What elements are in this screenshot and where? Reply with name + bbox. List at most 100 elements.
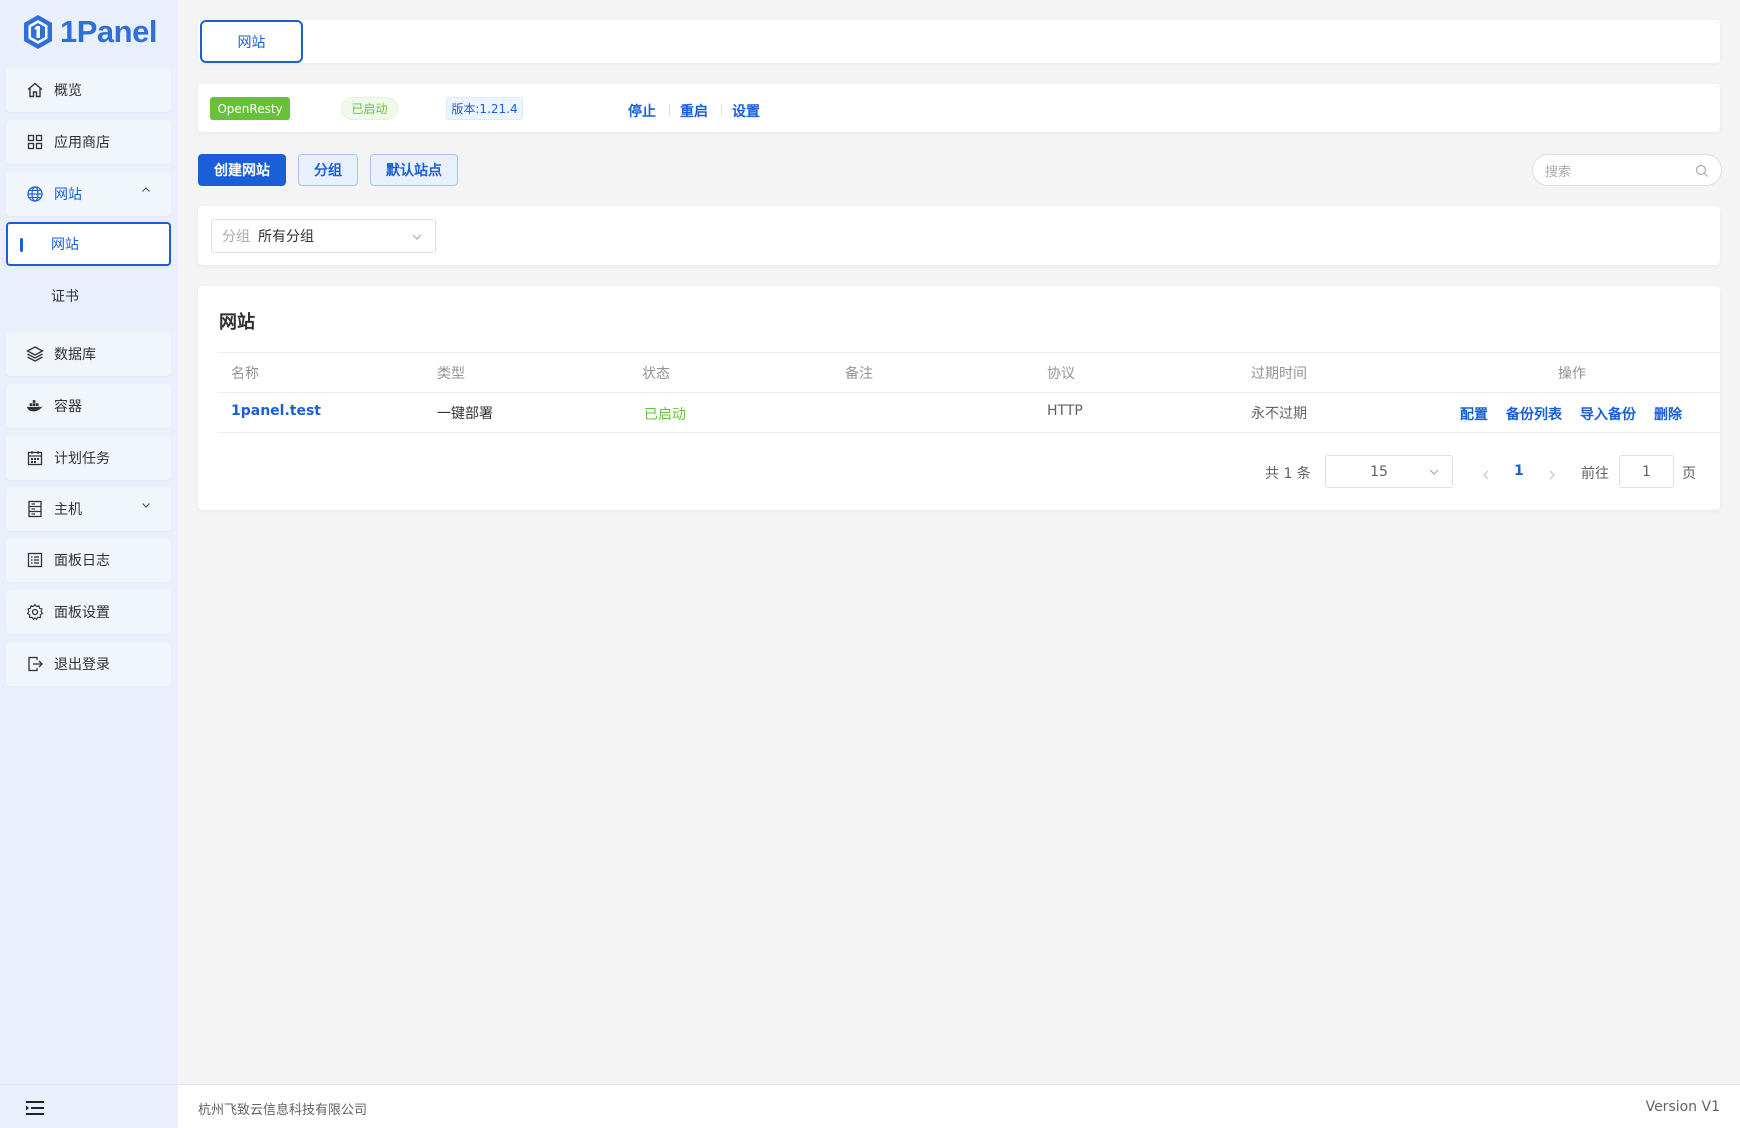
pagination-total: 共 1 条 (1265, 466, 1311, 482)
group-button[interactable]: 分组 (298, 154, 358, 186)
table-title: 网站 (219, 312, 255, 333)
company-name: 杭州飞致云信息科技有限公司 (198, 1103, 368, 1118)
sidebar-item-label: 主机 (54, 502, 82, 518)
sidebar-subitem-website[interactable]: 网站 (6, 222, 171, 266)
docker-icon (26, 397, 44, 415)
default-site-button[interactable]: 默认站点 (370, 154, 458, 186)
logo[interactable]: 1Panel (22, 12, 157, 52)
goto-page-input[interactable]: 1 (1619, 455, 1674, 488)
sidebar-subitem-certificate[interactable]: 证书 (6, 274, 171, 318)
tab-bar (198, 20, 1720, 63)
logo-icon (24, 15, 52, 49)
search-icon (1695, 164, 1709, 182)
logout-icon (26, 655, 44, 673)
search-placeholder: 搜索 (1545, 164, 1572, 180)
page-suffix: 页 (1682, 466, 1696, 482)
gear-icon (26, 603, 44, 621)
import-backup-button[interactable]: 导入备份 (1580, 404, 1636, 424)
table-header-bottom-border (218, 392, 1722, 393)
calendar-icon (26, 449, 44, 467)
layers-icon (26, 345, 44, 363)
sidebar-item-cron[interactable]: 计划任务 (6, 436, 171, 480)
sidebar-item-label: 面板日志 (54, 553, 110, 569)
chevron-down-icon (411, 231, 423, 247)
website-expire: 永不过期 (1251, 406, 1307, 422)
sidebar-item-label: 容器 (54, 399, 82, 415)
settings-button[interactable]: 设置 (732, 101, 760, 121)
group-filter-select[interactable]: 分组 所有分组 (211, 219, 436, 253)
sidebar-item-label: 概览 (54, 83, 82, 99)
status-badge: 已启动 (341, 97, 398, 120)
sidebar-item-database[interactable]: 数据库 (6, 332, 171, 376)
app-name-badge: OpenResty (210, 97, 290, 120)
goto-page-value: 1 (1642, 463, 1651, 480)
sidebar-item-logout[interactable]: 退出登录 (6, 642, 171, 686)
version-badge: 版本:1.21.4 (446, 97, 523, 120)
prev-page-icon[interactable] (1481, 466, 1491, 485)
filter-value: 所有分组 (258, 229, 314, 245)
column-header-type: 类型 (437, 366, 465, 382)
tab-website[interactable]: 网站 (200, 20, 303, 63)
sidebar-item-app-store[interactable]: 应用商店 (6, 120, 171, 164)
goto-label: 前往 (1581, 466, 1609, 482)
column-header-status: 状态 (642, 366, 670, 382)
chevron-down-icon (141, 500, 151, 513)
delete-button[interactable]: 删除 (1654, 404, 1682, 424)
sidebar-item-label: 面板设置 (54, 605, 110, 621)
home-icon (26, 81, 44, 99)
sidebar-item-label: 应用商店 (54, 135, 110, 151)
search-input[interactable]: 搜索 (1532, 154, 1722, 186)
column-header-name: 名称 (231, 366, 259, 382)
divider (721, 104, 722, 116)
website-type: 一键部署 (437, 406, 493, 422)
divider (669, 104, 670, 116)
page-size-select[interactable]: 15 (1325, 455, 1453, 488)
sidebar-item-label: 计划任务 (54, 451, 110, 467)
sidebar-item-label: 证书 (51, 289, 79, 305)
stop-button[interactable]: 停止 (628, 101, 656, 121)
website-table-card: 网站 (198, 286, 1720, 510)
sidebar-item-label: 数据库 (54, 347, 96, 363)
footer: 杭州飞致云信息科技有限公司 Version V1 (178, 1084, 1740, 1128)
create-website-button[interactable]: 创建网站 (198, 154, 286, 186)
current-page[interactable]: 1 (1514, 463, 1524, 479)
table-row-border (218, 432, 1722, 433)
column-header-expire: 过期时间 (1251, 366, 1307, 382)
page-size-value: 15 (1370, 463, 1388, 480)
chevron-up-icon (141, 185, 151, 198)
sidebar-item-overview[interactable]: 概览 (6, 68, 171, 112)
server-icon (26, 500, 44, 518)
sidebar-item-container[interactable]: 容器 (6, 384, 171, 428)
column-header-remark: 备注 (845, 366, 873, 382)
filter-bar: 分组 所有分组 (198, 206, 1720, 265)
sidebar-footer (0, 1084, 178, 1128)
filter-prefix: 分组 (222, 229, 250, 245)
sidebar-item-host[interactable]: 主机 (6, 487, 171, 531)
logo-text: 1Panel (60, 14, 157, 49)
sidebar-item-website-group[interactable]: 网站 (6, 172, 171, 216)
website-status[interactable]: 已启动 (644, 404, 686, 424)
config-button[interactable]: 配置 (1460, 404, 1488, 424)
log-icon (26, 551, 44, 569)
sidebar-item-label: 网站 (51, 237, 79, 253)
sidebar-item-panel-log[interactable]: 面板日志 (6, 538, 171, 582)
website-name-link[interactable]: 1panel.test (231, 403, 321, 419)
collapse-menu-icon[interactable] (24, 1099, 46, 1117)
sidebar: 1Panel 概览 应用商店 网站 网站 证书 数据库 容器 计划任务 主机 面… (0, 0, 178, 1128)
table-header-top-border (218, 352, 1722, 353)
sidebar-item-label: 退出登录 (54, 657, 110, 673)
next-page-icon[interactable] (1547, 466, 1557, 485)
website-protocol: HTTP (1047, 403, 1083, 419)
main-content: 网站 OpenResty 已启动 版本:1.21.4 停止 重启 设置 创建网站… (178, 0, 1740, 1128)
column-header-protocol: 协议 (1047, 366, 1075, 382)
version-label: Version V1 (1645, 1099, 1720, 1115)
server-status-bar: OpenResty 已启动 版本:1.21.4 停止 重启 设置 (198, 84, 1720, 132)
globe-icon (26, 185, 44, 203)
column-header-actions: 操作 (1558, 366, 1586, 382)
active-indicator (20, 238, 23, 252)
sidebar-item-label: 网站 (54, 187, 82, 203)
sidebar-item-panel-settings[interactable]: 面板设置 (6, 590, 171, 634)
restart-button[interactable]: 重启 (680, 101, 708, 121)
chevron-down-icon (1428, 466, 1440, 482)
backup-list-button[interactable]: 备份列表 (1506, 404, 1562, 424)
